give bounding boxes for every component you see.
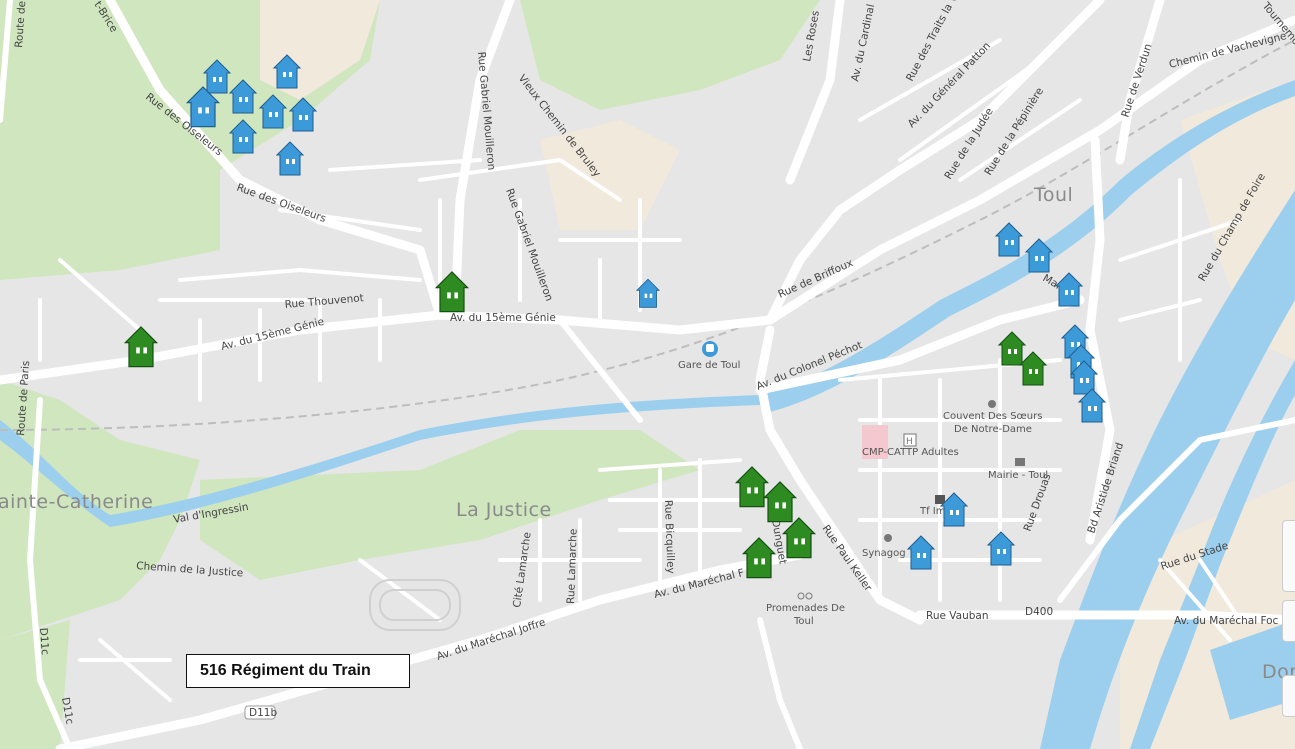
poi-label-tf-im: Tf Im — [919, 506, 946, 517]
poi-label-couvent-1: Couvent Des Sœurs — [943, 411, 1042, 422]
town-label-toul: Toul — [1033, 184, 1073, 206]
shop-icon[interactable] — [935, 495, 945, 504]
church-icon[interactable] — [988, 400, 996, 408]
road-label-d11b: D11b — [249, 707, 277, 719]
poi-label-cmp-cattp: CMP-CATTP Adultes — [862, 447, 959, 458]
train-station-icon[interactable] — [702, 341, 718, 357]
hospital-icon[interactable]: H — [903, 433, 917, 447]
synagogue-icon[interactable] — [884, 534, 892, 542]
map-locate-control[interactable] — [1282, 675, 1295, 717]
map-layer-control[interactable] — [1282, 600, 1295, 642]
road-label-av-marechal-foch: Av. du Maréchal Foc — [1174, 615, 1279, 627]
map-zoom-control[interactable] — [1282, 520, 1295, 592]
legend-box-label: 516 Régiment du Train — [200, 662, 371, 679]
town-hall-icon[interactable] — [1015, 458, 1025, 466]
road-label-d400: D400 — [1025, 606, 1053, 618]
poi-label-promenades-1: Promenades De — [766, 603, 845, 614]
road-label-av-15e-genie-2: Av. du 15ème Génie — [450, 312, 556, 324]
map-canvas[interactable]: Toul La Justice ainte-Catherine Dom Rue … — [0, 0, 1295, 749]
town-label-sainte-catherine: ainte-Catherine — [0, 491, 153, 513]
poi-label-promenades-2: Toul — [793, 616, 814, 627]
poi-label-synagogue: Synagog — [862, 548, 906, 559]
legend-box: 516 Régiment du Train — [186, 654, 410, 688]
road-label-d11c-1: D11c — [37, 627, 51, 655]
poi-label-mairie-toul: Mairie - Toul — [988, 470, 1048, 481]
town-label-la-justice: La Justice — [456, 499, 552, 521]
d11b-shield: D11b — [244, 705, 277, 720]
svg-text:H: H — [906, 437, 913, 447]
road-label-rue-vauban: Rue Vauban — [926, 610, 989, 622]
poi-label-gare-de-toul: Gare de Toul — [678, 360, 740, 371]
poi-label-couvent-2: De Notre-Dame — [954, 424, 1032, 435]
